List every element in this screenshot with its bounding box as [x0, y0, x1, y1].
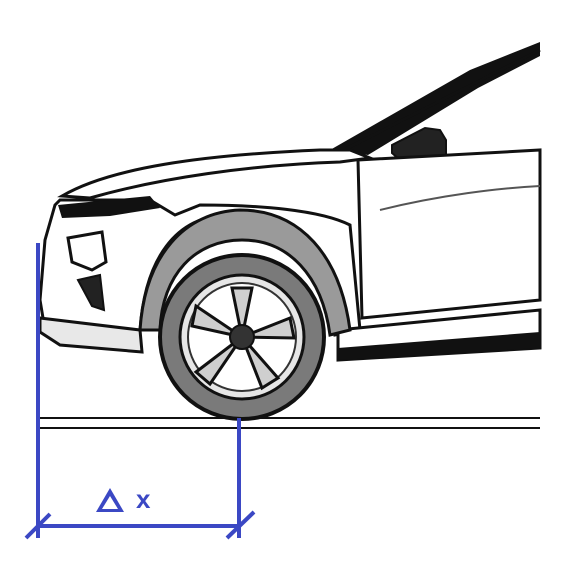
wheel-hub [229, 324, 255, 350]
dimension-label: Δ x [96, 484, 150, 515]
diagram-canvas: Δ x [0, 0, 574, 574]
dimension-variable: x [136, 484, 151, 514]
car-door-panel [356, 148, 542, 320]
car-overhang-diagram [24, 42, 542, 540]
car-hood [57, 148, 376, 200]
delta-symbol [96, 487, 124, 512]
